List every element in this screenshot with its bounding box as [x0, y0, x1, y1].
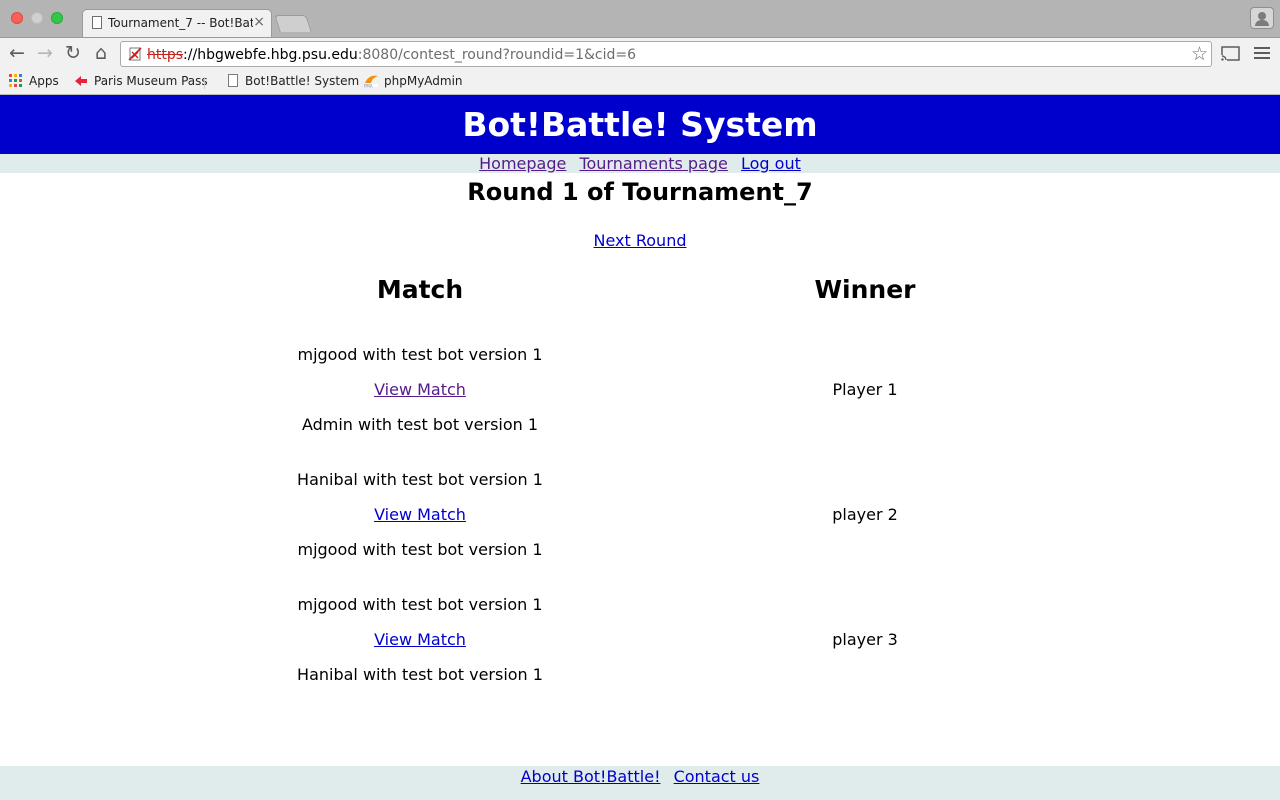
cast-icon[interactable] — [1221, 46, 1240, 61]
page-title: Round 1 of Tournament_7 — [467, 178, 813, 206]
new-tab-button[interactable] — [274, 15, 312, 32]
site-title: Bot!Battle! System — [462, 105, 818, 144]
nav-tournaments-link[interactable]: Tournaments page — [579, 154, 727, 173]
url-path: :8080/contest_round?roundid=1&cid=6 — [357, 47, 637, 63]
bookmark-paris-museum-pass[interactable]: Paris Museum Pass — [94, 74, 208, 88]
url-text: https://hbgwebfe.hbg.psu.edu:8080/contes… — [147, 47, 636, 63]
url-scheme: https — [147, 47, 184, 63]
bookmark-apps[interactable]: Apps — [29, 74, 59, 88]
browser-menu-icon[interactable] — [1254, 47, 1270, 61]
match-1-winner: Player 1 — [832, 380, 898, 399]
phpmyadmin-icon: PMA — [364, 75, 378, 89]
insecure-lock-icon — [128, 47, 142, 61]
match-3-view-link[interactable]: View Match — [374, 630, 466, 649]
bookmark-botbattle[interactable]: Bot!Battle! System — [245, 74, 359, 88]
document-icon — [228, 74, 238, 87]
bookmark-phpmyadmin[interactable]: phpMyAdmin — [384, 74, 463, 88]
nav-homepage-link[interactable]: Homepage — [479, 154, 566, 173]
forward-arrow-icon[interactable]: → — [34, 42, 56, 64]
profile-icon[interactable] — [1250, 7, 1274, 29]
address-bar[interactable]: https://hbgwebfe.hbg.psu.edu:8080/contes… — [120, 41, 1212, 67]
site-footer: About Bot!Battle! Contact us — [0, 766, 1280, 800]
window-close-button[interactable] — [11, 12, 23, 24]
tab-close-icon[interactable]: × — [253, 14, 265, 30]
bookmarks-bar: Apps Paris Museum Pass Bot!Battle! Syste… — [0, 70, 1280, 95]
home-icon[interactable]: ⌂ — [90, 42, 112, 64]
bookmark-star-icon[interactable]: ☆ — [1191, 44, 1208, 64]
next-round-link[interactable]: Next Round — [594, 231, 687, 250]
match-2-winner: player 2 — [832, 505, 898, 524]
match-2-player-2: mjgood with test bot version 1 — [297, 540, 543, 559]
footer-about-link[interactable]: About Bot!Battle! — [521, 767, 661, 786]
match-2-player-1: Hanibal with test bot version 1 — [297, 470, 543, 489]
match-3-player-1: mjgood with test bot version 1 — [297, 595, 543, 614]
footer-contact-link[interactable]: Contact us — [674, 767, 760, 786]
next-round-container: Next Round — [0, 231, 1280, 250]
reload-icon[interactable]: ↻ — [62, 42, 84, 64]
match-1-view-container: View Match — [270, 380, 570, 399]
match-3-winner: player 3 — [832, 630, 898, 649]
bookmark-separator — [204, 77, 205, 89]
match-column-header: Match — [376, 275, 464, 304]
match-2-view-container: View Match — [270, 505, 570, 524]
svg-text:PMA: PMA — [364, 84, 373, 89]
site-header: Bot!Battle! System — [0, 95, 1280, 154]
window-zoom-button[interactable] — [51, 12, 63, 24]
window-minimize-button[interactable] — [31, 12, 43, 24]
url-host: ://hbgwebfe.hbg.psu.edu — [183, 47, 358, 63]
match-1-player-1: mjgood with test bot version 1 — [297, 345, 543, 364]
back-arrow-icon[interactable]: ← — [6, 42, 28, 64]
paris-museum-pass-icon — [75, 76, 87, 86]
match-2-view-link[interactable]: View Match — [374, 505, 466, 524]
site-nav: Homepage Tournaments page Log out — [0, 154, 1280, 173]
nav-logout-link[interactable]: Log out — [741, 154, 801, 173]
document-icon — [92, 16, 102, 29]
tab-title: Tournament_7 -- Bot!Battle! System — [108, 16, 253, 30]
browser-toolbar: ← → ↻ ⌂ https://hbgwebfe.hbg.psu.edu:808… — [0, 37, 1280, 70]
winner-column-header: Winner — [814, 275, 916, 304]
match-1-player-2: Admin with test bot version 1 — [301, 415, 539, 434]
match-3-view-container: View Match — [270, 630, 570, 649]
apps-grid-icon[interactable] — [9, 74, 22, 87]
match-1-view-link[interactable]: View Match — [374, 380, 466, 399]
match-3-player-2: Hanibal with test bot version 1 — [297, 665, 543, 684]
browser-tab-active[interactable]: Tournament_7 -- Bot!Battle! System × — [82, 9, 272, 37]
browser-tabstrip: Tournament_7 -- Bot!Battle! System × — [0, 0, 1280, 37]
